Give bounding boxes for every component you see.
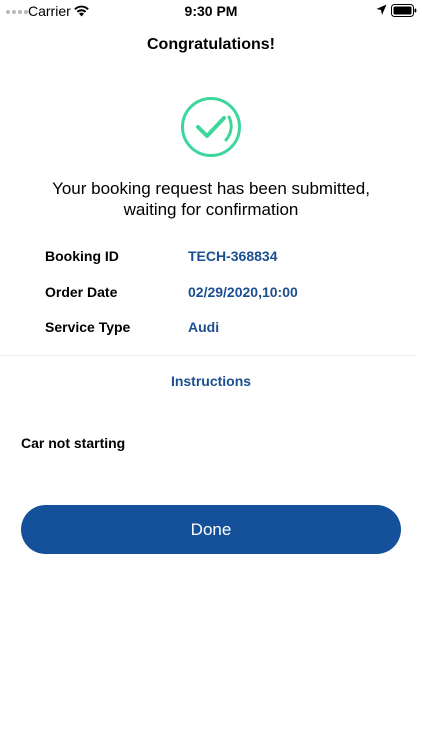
instructions-heading: Instructions [170,373,252,389]
status-time: 9:30 PM [184,3,238,19]
order-date-value: 02/29/2020,10:00 [188,284,298,300]
done-button[interactable]: Done [21,505,401,554]
section-divider [0,355,416,356]
service-type-row: Service Type Audi [45,319,405,339]
order-date-row: Order Date 02/29/2020,10:00 [45,284,405,304]
confirmation-message-line2: waiting for confirmation [123,200,299,219]
status-bar: Carrier 9:30 PM [0,0,422,22]
order-date-label: Order Date [45,284,118,300]
service-type-value: Audi [188,319,220,335]
battery-icon [391,4,417,17]
booking-id-value: TECH-368834 [188,248,278,264]
check-circle-icon [181,97,241,157]
confirmation-message: Your booking request has been submitted,… [20,178,402,220]
service-type-label: Service Type [45,319,131,335]
confirmation-message-line1: Your booking request has been submitted, [52,179,370,198]
booking-id-label: Booking ID [45,248,119,264]
location-arrow-icon [376,4,387,15]
instructions-text: Car not starting [21,435,126,451]
page-title: Congratulations! [147,36,275,53]
booking-id-row: Booking ID TECH-368834 [45,248,405,268]
